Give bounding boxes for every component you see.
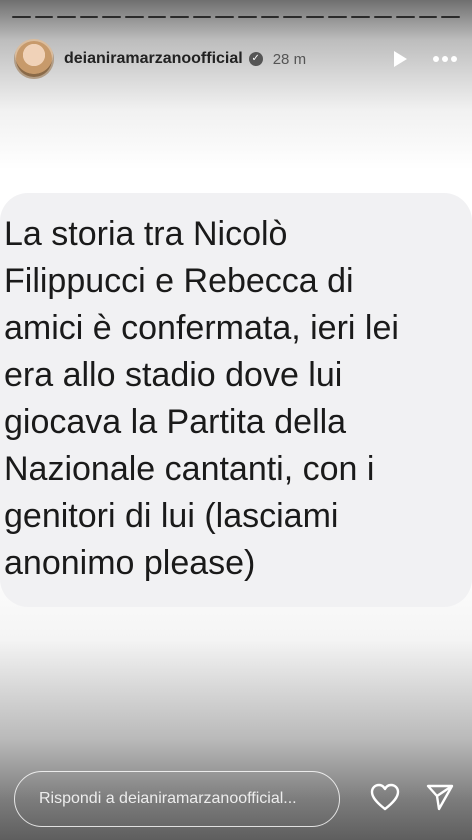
progress-segment — [124, 16, 144, 18]
story-viewer: deianiramarzanoofficial ✓ 28 m La storia… — [0, 0, 472, 840]
progress-segment — [373, 16, 393, 18]
progress-segment — [260, 16, 280, 18]
avatar[interactable] — [14, 39, 54, 79]
play-icon[interactable] — [390, 49, 410, 69]
story-header: deianiramarzanoofficial ✓ 28 m — [14, 38, 458, 80]
progress-segment — [283, 16, 302, 18]
progress-segment — [215, 16, 234, 18]
progress-segment — [396, 16, 415, 18]
reply-input[interactable] — [14, 771, 340, 827]
progress-segment — [441, 16, 460, 18]
progress-segment — [350, 16, 370, 18]
progress-segment — [328, 16, 347, 18]
verified-badge-icon: ✓ — [248, 52, 263, 66]
story-footer — [14, 770, 458, 828]
progress-segment — [192, 16, 212, 18]
progress-segment — [418, 16, 438, 18]
heart-icon[interactable] — [370, 783, 400, 816]
more-icon[interactable] — [432, 55, 458, 63]
message-text: La storia tra Nicolò Filippucci e Rebecc… — [4, 215, 399, 582]
progress-segment — [102, 16, 121, 18]
progress-segment — [305, 16, 325, 18]
progress-segment — [170, 16, 189, 18]
send-icon[interactable] — [426, 783, 454, 816]
progress-segment — [79, 16, 99, 18]
message-bubble: La storia tra Nicolò Filippucci e Rebecc… — [0, 193, 472, 607]
progress-segment — [237, 16, 257, 18]
progress-segment — [34, 16, 54, 18]
story-progress-bar — [12, 16, 460, 18]
progress-segment — [57, 16, 76, 18]
progress-segment — [12, 16, 31, 18]
progress-segment — [147, 16, 167, 18]
username[interactable]: deianiramarzanoofficial — [64, 50, 243, 68]
post-time: 28 m — [272, 50, 307, 68]
